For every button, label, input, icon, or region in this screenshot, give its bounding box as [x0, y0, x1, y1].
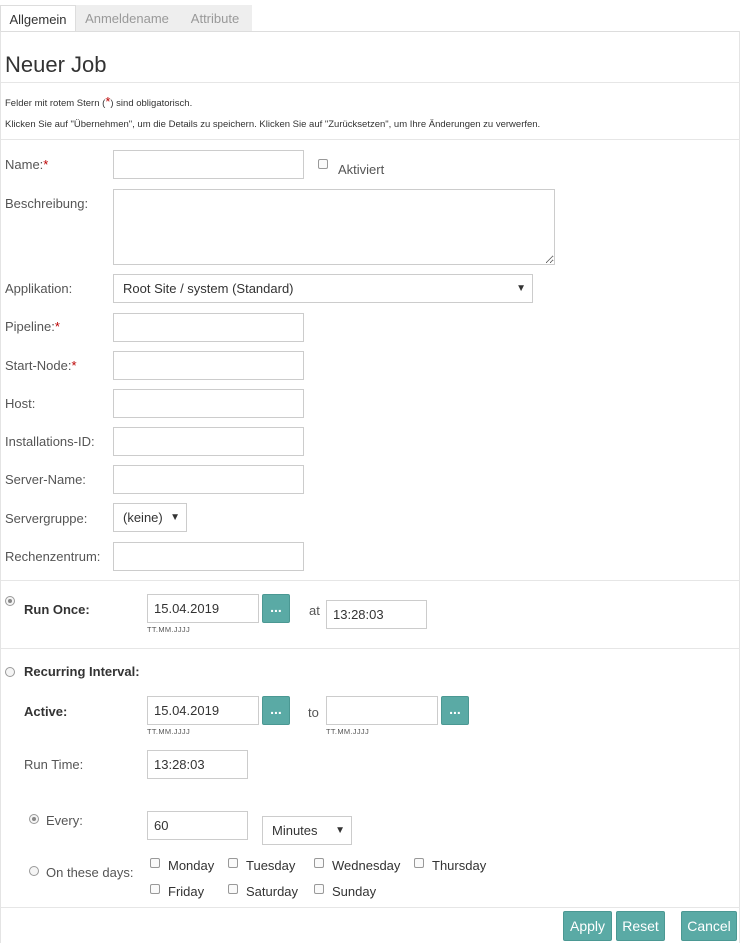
run-time-input[interactable]: 13:28:03: [147, 750, 248, 779]
run-time-label: Run Time:: [24, 757, 84, 772]
required-star: *: [43, 157, 49, 172]
application-select-value: Root Site / system (Standard): [123, 281, 294, 296]
divider: [1, 82, 740, 83]
every-radio[interactable]: [29, 814, 39, 824]
run-once-label: Run Once:: [24, 602, 90, 617]
day-checkbox-wednesday[interactable]: [314, 858, 324, 868]
day-label-friday: Friday: [168, 884, 205, 899]
active-from-date-picker-button[interactable]: ...: [262, 696, 290, 725]
name-input[interactable]: [113, 150, 304, 179]
tab-attribute[interactable]: Attribute: [178, 5, 252, 32]
run-once-date-hint: TT.MM.JJJJ: [147, 625, 190, 634]
every-label: Every:: [46, 813, 83, 828]
day-checkbox-thursday[interactable]: [414, 858, 424, 868]
divider: [1, 648, 740, 649]
at-label: at: [309, 603, 320, 618]
run-once-time-input[interactable]: 13:28:03: [326, 600, 427, 629]
on-these-days-radio[interactable]: [29, 866, 39, 876]
pipeline-label-text: Pipeline:: [5, 319, 55, 334]
data-center-input[interactable]: [113, 542, 304, 571]
day-checkbox-tuesday[interactable]: [228, 858, 238, 868]
name-label: Name:*: [5, 157, 48, 172]
divider: [1, 580, 740, 581]
required-note: Felder mit rotem Stern (*) sind obligato…: [5, 94, 192, 109]
required-star: *: [71, 358, 77, 373]
active-to-date-hint: TT.MM.JJJJ: [326, 727, 369, 736]
run-once-radio[interactable]: [5, 596, 15, 606]
name-label-text: Name:: [5, 157, 44, 172]
pipeline-input[interactable]: [113, 313, 304, 342]
required-star: *: [54, 319, 60, 334]
every-unit-select-value: Minutes: [272, 823, 318, 838]
tab-anmeldename[interactable]: Anmeldename: [76, 5, 178, 32]
start-node-input[interactable]: [113, 351, 304, 380]
start-node-label-text: Start-Node:: [5, 358, 72, 373]
every-value-input[interactable]: 60: [147, 811, 248, 840]
divider: [1, 139, 740, 140]
every-unit-select[interactable]: Minutes ▼: [262, 816, 352, 845]
server-name-label: Server-Name:: [5, 472, 86, 487]
divider: [1, 907, 740, 908]
apply-button[interactable]: Apply: [563, 911, 612, 941]
active-to-date-picker-button[interactable]: ...: [441, 696, 469, 725]
start-node-label: Start-Node:*: [5, 358, 77, 373]
host-input[interactable]: [113, 389, 304, 418]
server-group-label: Servergruppe:: [5, 511, 88, 526]
active-from-date-input[interactable]: 15.04.2019: [147, 696, 259, 725]
active-from-date-hint: TT.MM.JJJJ: [147, 727, 190, 736]
activated-label: Aktiviert: [338, 162, 385, 177]
reset-button[interactable]: Reset: [616, 911, 665, 941]
day-checkbox-monday[interactable]: [150, 858, 160, 868]
chevron-down-icon: ▼: [335, 825, 345, 836]
description-label: Beschreibung:: [5, 196, 89, 211]
day-label-sunday: Sunday: [332, 884, 377, 899]
installation-id-label: Installations-ID:: [5, 434, 95, 449]
chevron-down-icon: ▼: [516, 283, 526, 294]
day-label-thursday: Thursday: [432, 858, 487, 873]
application-label: Applikation:: [5, 281, 73, 296]
host-label: Host:: [5, 396, 36, 411]
day-checkbox-friday[interactable]: [150, 884, 160, 894]
day-label-monday: Monday: [168, 858, 215, 873]
data-center-label: Rechenzentrum:: [5, 549, 101, 564]
run-once-date-input[interactable]: 15.04.2019: [147, 594, 259, 623]
required-note-prefix: Felder mit rotem Stern (: [5, 98, 106, 109]
day-checkbox-saturday[interactable]: [228, 884, 238, 894]
pipeline-label: Pipeline:*: [5, 319, 60, 334]
installation-id-input[interactable]: [113, 427, 304, 456]
tab-allgemein[interactable]: Allgemein: [0, 5, 76, 32]
page-title: Neuer Job: [5, 52, 107, 77]
day-label-tuesday: Tuesday: [246, 858, 296, 873]
tab-bar: Allgemein Anmeldename Attribute: [0, 5, 741, 32]
day-checkbox-sunday[interactable]: [314, 884, 324, 894]
description-textarea[interactable]: [113, 189, 555, 265]
server-name-input[interactable]: [113, 465, 304, 494]
application-select[interactable]: Root Site / system (Standard) ▼: [113, 274, 533, 303]
run-once-date-picker-button[interactable]: ...: [262, 594, 290, 623]
on-these-days-label: On these days:: [46, 865, 134, 880]
recurring-interval-label: Recurring Interval:: [24, 664, 140, 679]
active-label: Active:: [24, 704, 68, 719]
activated-checkbox[interactable]: [318, 159, 328, 169]
recurring-interval-radio[interactable]: [5, 667, 15, 677]
chevron-down-icon: ▼: [170, 512, 180, 523]
day-label-saturday: Saturday: [246, 884, 299, 899]
server-group-select-value: (keine): [123, 510, 163, 525]
instructions-note: Klicken Sie auf "Übernehmen", um die Det…: [5, 119, 541, 130]
active-to-date-input[interactable]: [326, 696, 438, 725]
cancel-button[interactable]: Cancel: [681, 911, 737, 941]
server-group-select[interactable]: (keine) ▼: [113, 503, 187, 532]
to-label: to: [308, 705, 319, 720]
required-note-suffix: ) sind obligatorisch.: [110, 98, 193, 109]
day-label-wednesday: Wednesday: [332, 858, 401, 873]
